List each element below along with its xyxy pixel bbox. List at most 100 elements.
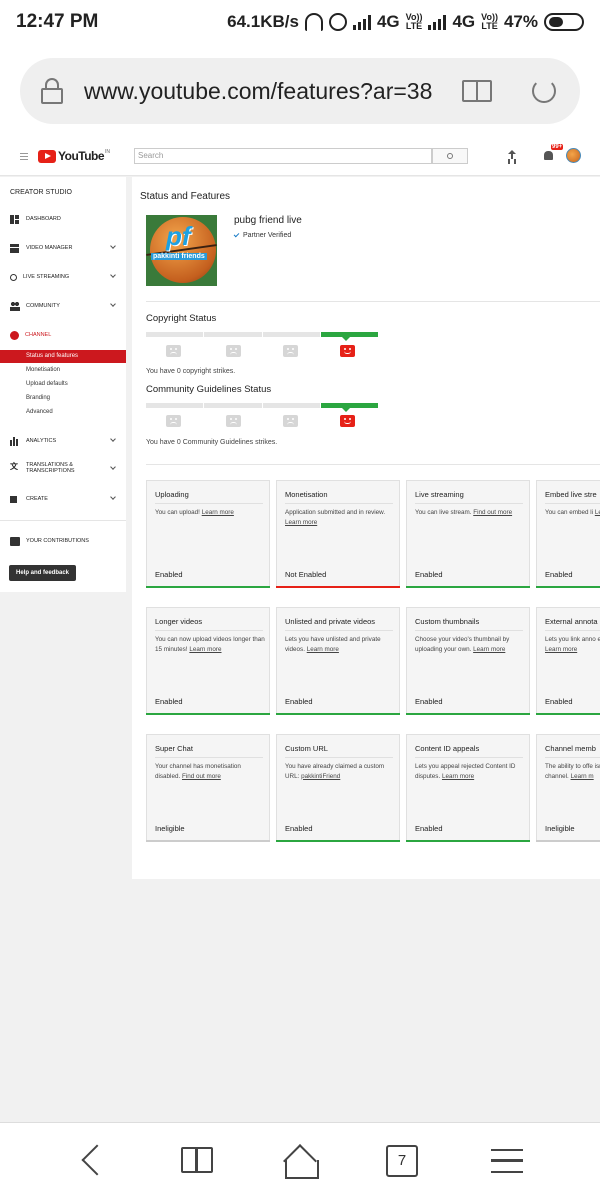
feature-card-title: Custom URL [285,744,328,753]
battery-percent: 47% [503,12,538,31]
check-icon [233,231,240,238]
tabs-button[interactable]: 7 [386,1145,418,1177]
feature-card-status: Enabled [285,824,313,833]
thumbnail-logo: pf [166,221,191,251]
feature-card-status: Ineligible [545,824,575,833]
sidebar-sub-status-features[interactable]: Status and features [0,350,126,363]
menu-icon[interactable] [491,1149,523,1173]
signal-icon-2 [428,14,447,30]
search-icon [447,153,453,159]
learn-more-link[interactable]: Learn more [595,509,600,516]
sidebar-item-community[interactable]: COMMUNITY [0,299,126,313]
sidebar-sub-upload-defaults[interactable]: Upload defaults [0,378,126,391]
address-bar[interactable]: www.youtube.com/features?ar=38 [20,58,580,124]
youtube-logo[interactable]: YouTube IN [38,149,110,163]
avatar[interactable] [566,148,581,163]
feature-status-bar [276,840,400,842]
sidebar-item-channel[interactable]: CHANNEL [0,328,126,342]
help-feedback-button[interactable]: Help and feedback [9,565,76,581]
feature-status-bar [276,586,400,588]
sidebar-item-translations[interactable]: 文 TRANSLATIONS & TRANSCRIPTIONS [0,462,126,480]
sidebar-sub-advanced[interactable]: Advanced [0,406,126,419]
create-icon [10,494,20,504]
chevron-down-icon [110,272,116,278]
sidebar-item-create[interactable]: CREATE [0,492,126,506]
chevron-down-icon [110,301,116,307]
learn-more-link[interactable]: Learn more [202,509,234,516]
home-icon[interactable] [284,1147,319,1179]
partner-verified: Partner Verified [233,231,291,239]
feature-status-bar [146,713,270,715]
feature-card-title: External annota [545,617,598,626]
sidebar-item-dashboard[interactable]: DASHBOARD [0,212,126,226]
guidelines-strike-text: You have 0 Community Guidelines strikes. [146,439,278,446]
sidebar-item-analytics[interactable]: ANALYTICS [0,434,126,448]
learn-more-link[interactable]: Learn more [545,646,577,653]
learn-more-link[interactable]: Find out more [182,773,221,780]
battery-icon [544,13,584,31]
feature-card-description: The ability to offe isn't yet available … [545,763,600,780]
feature-status-bar [536,586,600,588]
feature-card-status: Enabled [415,697,443,706]
reload-icon[interactable] [532,79,556,103]
feature-card-description: Your channel has monetisation disabled. … [155,763,241,780]
back-icon[interactable] [81,1144,113,1176]
feature-card-title: Super Chat [155,744,193,753]
learn-more-link[interactable]: Learn m [571,773,594,780]
learn-more-link[interactable]: Learn more [189,646,221,653]
chevron-down-icon [110,464,116,470]
sidebar-item-contributions[interactable]: YOUR CONTRIBUTIONS [0,534,126,548]
browser-bottom-nav: 7 [0,1122,600,1200]
feature-status-bar [406,840,530,842]
feature-card-description: Lets you have unlisted and private video… [285,636,381,653]
feature-card-description: Lets you link anno external sites or r L… [545,636,600,653]
sad-face-icon [226,415,241,427]
learn-more-link[interactable]: Find out more [473,509,512,516]
analytics-icon [10,436,20,446]
learn-more-link[interactable]: Learn more [442,773,474,780]
reader-mode-icon[interactable] [462,80,492,102]
learn-more-link[interactable]: Learn more [285,519,317,526]
feature-card-status: Enabled [545,570,573,579]
video-manager-icon [10,243,20,253]
bookmarks-icon[interactable] [181,1147,213,1173]
upload-icon[interactable] [508,150,516,160]
translate-icon: 文 [10,462,18,471]
sidebar-sub-branding[interactable]: Branding [0,392,126,405]
feature-card-status: Not Enabled [285,570,327,579]
divider [146,464,600,465]
region-code: IN [105,149,111,155]
sidebar-item-live-streaming[interactable]: LIVE STREAMING [0,270,126,284]
feature-card: Longer videos You can now upload videos l… [146,607,270,715]
youtube-play-icon [38,149,56,163]
search-input[interactable]: Search [134,148,432,164]
feature-card: Custom thumbnails Choose your video's thu… [406,607,530,715]
feature-card-description: You can live stream. Find out more [415,509,513,516]
feature-card-status: Enabled [155,570,183,579]
headphones-icon [304,13,323,31]
feature-card: Custom URL You have already claimed a cus… [276,734,400,842]
feature-card: Super Chat Your channel has monetisation … [146,734,270,842]
learn-more-link[interactable]: Learn more [307,646,339,653]
channel-thumbnail[interactable]: pf pakkinti friends [146,215,217,286]
learn-more-link[interactable]: Learn more [473,646,505,653]
thumbnail-caption: pakkinti friends [151,253,207,260]
learn-more-link[interactable]: pakkintiFriend [301,773,340,780]
search-button[interactable] [432,148,468,164]
sidebar-sub-monetisation[interactable]: Monetisation [0,364,126,377]
page-title: Status and Features [140,191,231,202]
url-text[interactable]: www.youtube.com/features?ar=38 [84,78,434,105]
live-icon [10,273,17,281]
feature-card-description: You have already claimed a custom URL: p… [285,763,385,780]
bell-icon[interactable] [544,151,553,160]
sidebar-item-video-manager[interactable]: VIDEO MANAGER [0,241,126,255]
channel-name[interactable]: pubg friend live [234,215,302,226]
feature-card: Unlisted and private videos Lets you have… [276,607,400,715]
lock-icon[interactable] [40,78,66,104]
feature-card-description: Application submitted and in review. Lea… [285,509,386,526]
browser-toolbar: www.youtube.com/features?ar=38 [0,44,600,140]
sidebar-divider [0,520,126,521]
feature-card-description: Lets you appeal rejected Content ID disp… [415,763,516,780]
sidebar-title: CREATOR STUDIO [10,189,72,196]
menu-icon[interactable] [20,153,28,160]
